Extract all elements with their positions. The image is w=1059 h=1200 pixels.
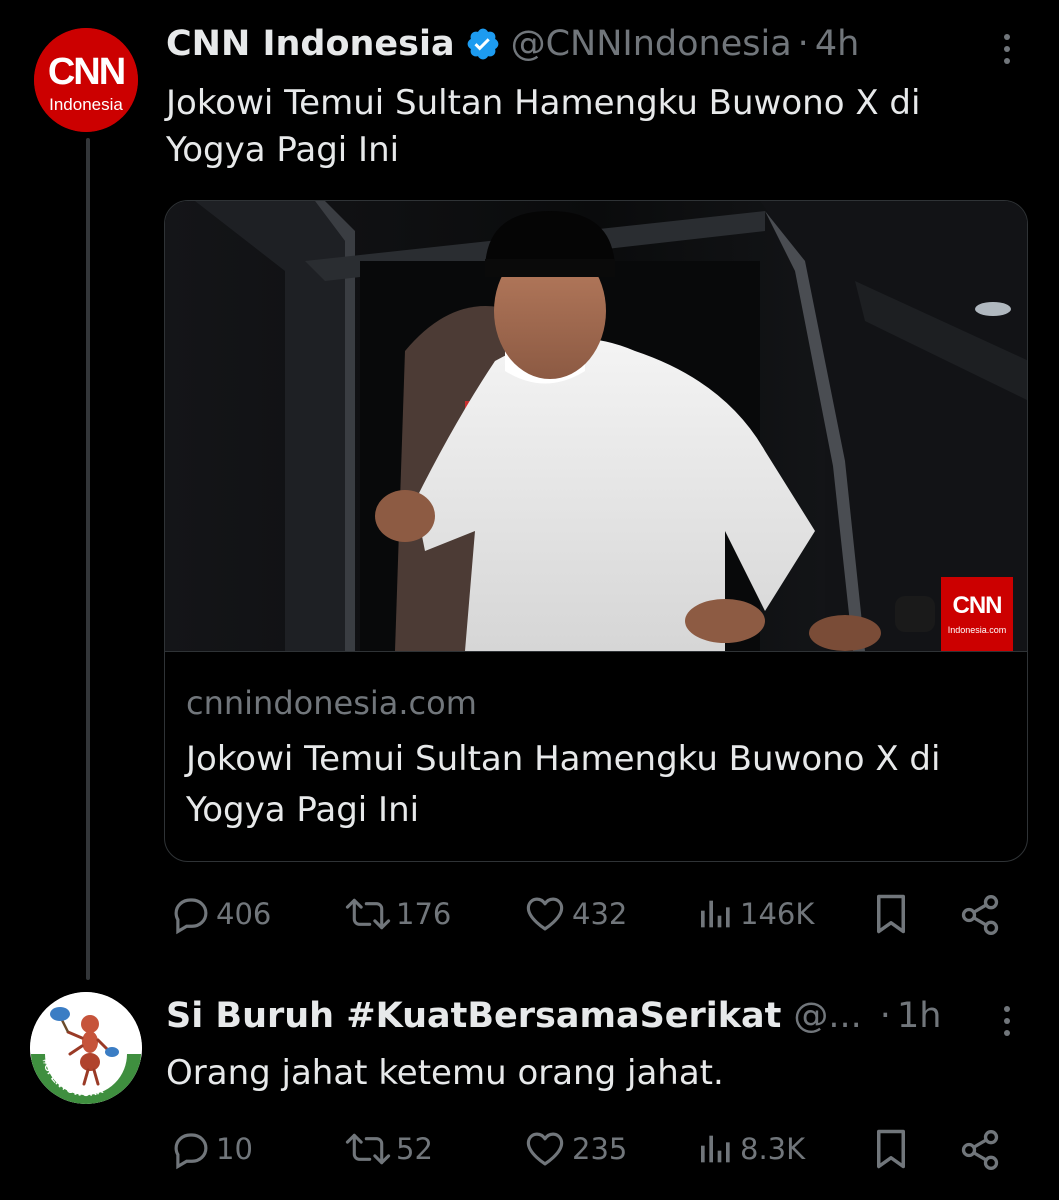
tweet-header: CNN Indonesia @CNNIndonesia · 4h [166, 20, 859, 68]
tweet-cnn-indonesia[interactable]: CNN Indonesia CNN Indonesia @CNNIndonesi… [0, 0, 1059, 980]
avatar-si-buruh[interactable]: #OPENTOWORK [30, 992, 142, 1104]
username-handle[interactable]: @CNNIndonesia [511, 24, 792, 64]
share-icon [958, 893, 1002, 937]
repost-button[interactable]: 176 [344, 893, 451, 935]
views-button[interactable]: 8.3K [696, 1128, 805, 1170]
thread-line [86, 138, 90, 980]
views-icon [696, 893, 736, 935]
views-count: 146K [740, 897, 815, 931]
share-button[interactable] [958, 1128, 1002, 1172]
like-button[interactable]: 432 [522, 893, 627, 935]
more-icon[interactable] [1001, 34, 1013, 64]
reply-button[interactable]: 406 [170, 893, 271, 935]
display-name[interactable]: Si Buruh #KuatBersamaSerikat [166, 996, 781, 1036]
like-icon [522, 893, 568, 935]
share-button[interactable] [958, 893, 1002, 937]
bookmark-icon [872, 1128, 910, 1170]
timestamp[interactable]: 4h [815, 24, 859, 64]
bookmark-button[interactable] [872, 893, 910, 935]
ant-avatar-icon: #OPENTOWORK [30, 992, 142, 1104]
reply-count: 10 [216, 1132, 253, 1166]
like-button[interactable]: 235 [522, 1128, 627, 1170]
tweet-text: Jokowi Temui Sultan Hamengku Buwono X di… [166, 83, 921, 170]
repost-icon [344, 893, 392, 935]
bookmark-icon [872, 893, 910, 935]
tweet-text: Orang jahat ketemu orang jahat. [166, 1053, 724, 1093]
repost-count: 52 [396, 1132, 433, 1166]
watermark-sub: Indonesia.com [948, 625, 1007, 635]
action-bar: 10 52 235 8.3K [166, 1128, 1036, 1174]
avatar-sub-text: Indonesia [49, 95, 123, 114]
like-count: 235 [572, 1132, 628, 1166]
bookmark-button[interactable] [872, 1128, 910, 1170]
like-icon [522, 1128, 568, 1170]
timestamp[interactable]: 1h [897, 996, 941, 1036]
action-bar: 406 176 432 146K [166, 893, 1036, 939]
reply-icon [170, 893, 212, 935]
dot-separator: · [797, 24, 809, 64]
avatar-brand-text: CNN [48, 51, 124, 93]
reply-icon [170, 1128, 212, 1170]
reply-count: 406 [216, 897, 272, 931]
views-count: 8.3K [740, 1132, 806, 1166]
share-icon [958, 1128, 1002, 1172]
verified-badge-icon [465, 26, 501, 62]
card-title[interactable]: Jokowi Temui Sultan Hamengku Buwono X di… [186, 734, 1006, 836]
tweet-header: Si Buruh #KuatBersamaSerikat @... · 1h [166, 992, 941, 1040]
repost-icon [344, 1128, 392, 1170]
card-image: CNN Indonesia.com [165, 201, 1027, 652]
more-icon[interactable] [1001, 1006, 1013, 1036]
dot-separator: · [879, 996, 891, 1036]
repost-count: 176 [396, 897, 452, 931]
views-button[interactable]: 146K [696, 893, 814, 935]
avatar-cnn-indonesia[interactable]: CNN Indonesia [34, 28, 138, 132]
photo-illustration: CNN Indonesia.com [165, 201, 1027, 651]
reply-button[interactable]: 10 [170, 1128, 253, 1170]
views-icon [696, 1128, 736, 1170]
repost-button[interactable]: 52 [344, 1128, 433, 1170]
display-name[interactable]: CNN Indonesia [166, 24, 455, 64]
card-domain: cnnindonesia.com [186, 684, 477, 722]
like-count: 432 [572, 897, 628, 931]
username-handle[interactable]: @... [793, 996, 861, 1036]
watermark-brand: CNN [953, 592, 1002, 619]
tweet-si-buruh[interactable]: #OPENTOWORK Si Buruh #KuatBersamaSerikat… [0, 980, 1059, 1200]
cnn-logo-icon: CNN Indonesia [34, 28, 138, 132]
